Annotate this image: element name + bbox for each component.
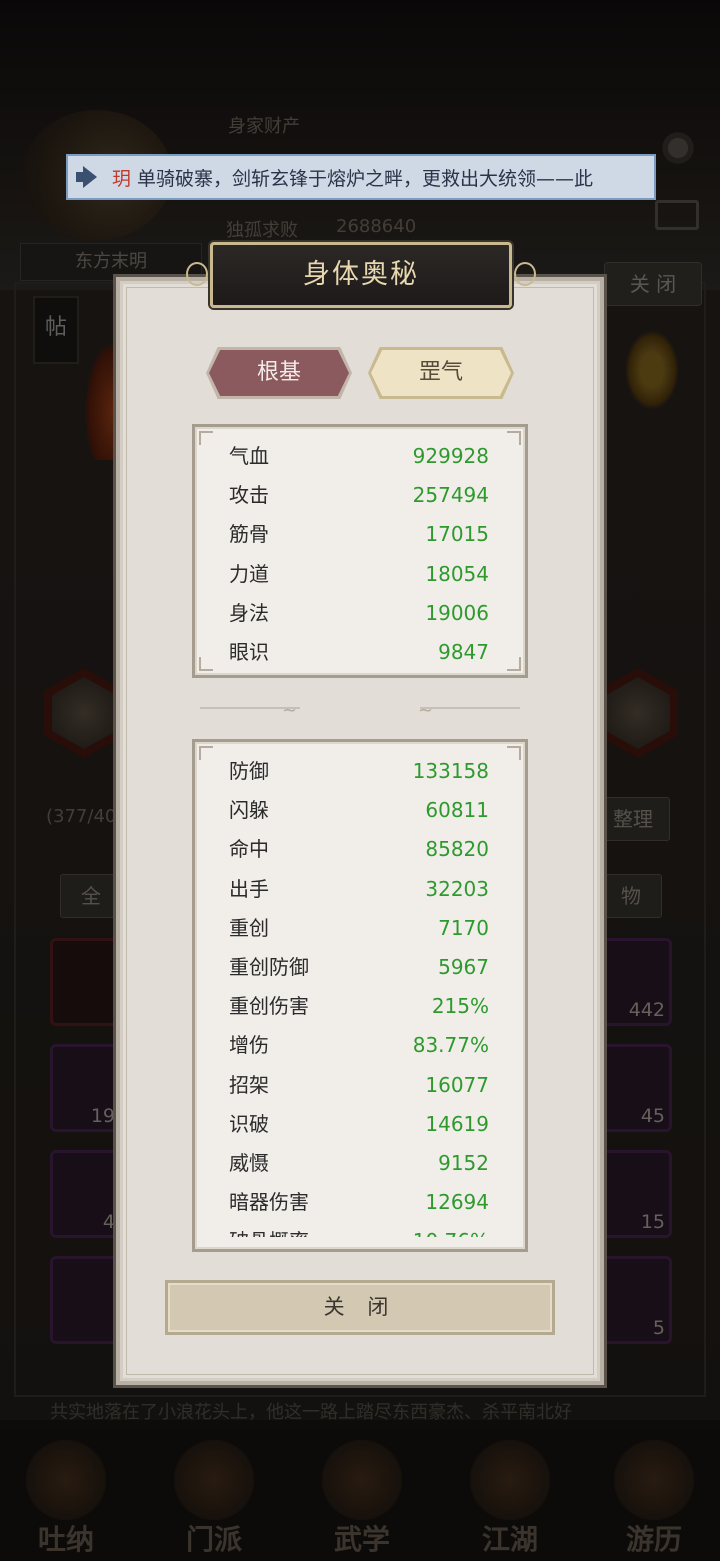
stat-row: 重创伤害 215% (229, 994, 489, 1019)
stat-row: 闪躲 60811 (229, 798, 489, 823)
stat-row: 招架 16077 (229, 1072, 489, 1097)
divider-ornament-icon: ~ (418, 700, 434, 721)
stat-row: 重创 7170 (229, 915, 489, 940)
combat-stats-scroll[interactable]: 防御 133158 闪躲 60811 命中 85820 出手 32203 重创 7170 … (195, 752, 525, 1237)
marquee-text: 玥 单骑破寨，剑斩玄锋于熔炉之畔，更救出大统领——此 (112, 164, 593, 191)
marquee-message: 单骑破寨，剑斩玄锋于熔炉之畔，更救出大统领——此 (131, 167, 594, 190)
title-ornament-right-icon (514, 262, 536, 286)
tab-gangqi[interactable]: 罡气 (371, 350, 511, 396)
stat-row: 暗器伤害 12694 (229, 1190, 489, 1215)
stat-row: 识破 14619 (229, 1111, 489, 1136)
combat-stats-box[interactable]: 防御 133158 闪躲 60811 命中 85820 出手 32203 重创 7170 … (192, 739, 528, 1252)
stat-row: 眼识 9847 (229, 639, 489, 664)
panel-title-plate: 身体奥秘 (210, 242, 512, 308)
announcement-marquee: 玥 单骑破寨，剑斩玄锋于熔炉之畔，更救出大统领——此 (66, 154, 656, 200)
megaphone-icon (76, 165, 104, 189)
tab-genji[interactable]: 根基 (209, 350, 349, 396)
stat-row: 命中 85820 (229, 837, 489, 862)
title-ornament-left-icon (186, 262, 208, 286)
stat-row: 攻击 257494 (229, 483, 489, 508)
stat-row: 重创防御 5967 (229, 954, 489, 979)
stat-row: 威慑 9152 (229, 1150, 489, 1175)
divider-ornament-icon: ~ (282, 700, 298, 721)
stat-row: 身法 19006 (229, 600, 489, 625)
marquee-player-name: 玥 (112, 167, 132, 190)
section-divider (420, 707, 520, 709)
stat-row: 气血 929928 (229, 444, 489, 468)
stat-row: 防御 133158 (229, 759, 489, 783)
stat-row: 筋骨 17015 (229, 522, 489, 547)
stat-row: 增伤 83.77% (229, 1033, 489, 1058)
base-stats-box: 气血 929928 攻击 257494 筋骨 17015 力道 18054 身法 1900… (192, 424, 528, 678)
close-button[interactable]: 关 闭 (165, 1280, 555, 1335)
stat-row: 出手 32203 (229, 876, 489, 901)
stat-row: 破骨概率10.76% (195, 1222, 525, 1237)
panel-title: 身体奥秘 (303, 259, 419, 290)
stat-row: 力道 18054 (229, 561, 489, 586)
